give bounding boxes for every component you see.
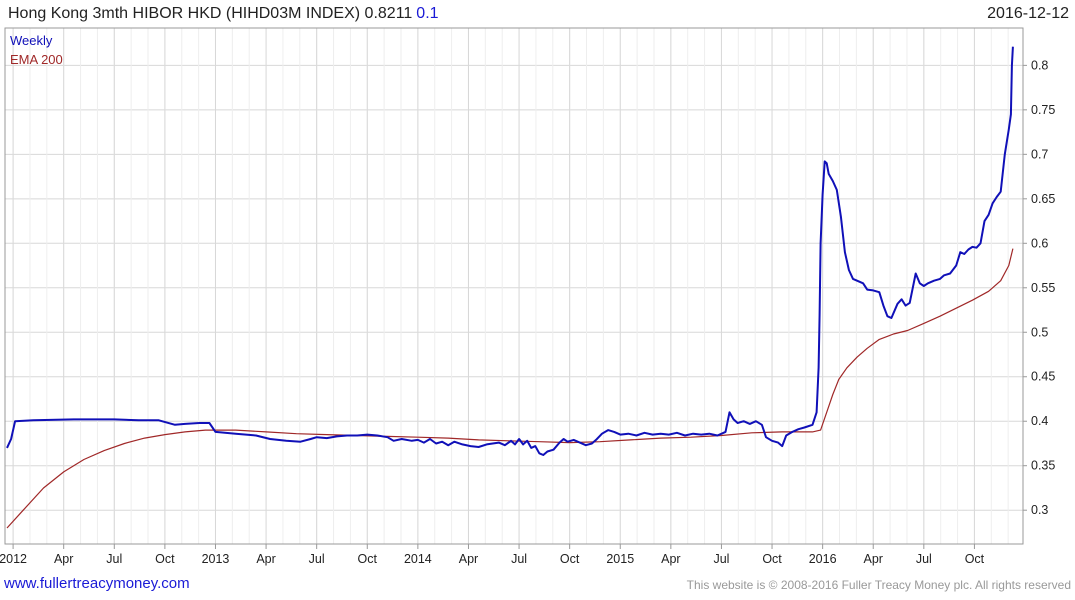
y-tick-label: 0.55 — [1031, 281, 1055, 295]
y-tick-label: 0.7 — [1031, 147, 1048, 161]
plot-frame — [4, 27, 1024, 545]
legend-entry: EMA 200 — [10, 52, 63, 67]
price-chart: 0.3 0.35 0.4 0.45 0.5 0.55 0.6 0.65 0.7 0.75 0.8 20… — [0, 27, 1055, 566]
x-tick-label: Jul — [713, 552, 729, 566]
y-tick-label: 0.65 — [1031, 192, 1055, 206]
ema-200-series-line — [6, 248, 1014, 529]
y-tick-label: 0.6 — [1031, 236, 1048, 250]
x-tick-label: Jul — [511, 552, 527, 566]
y-tick-label: 0.35 — [1031, 459, 1055, 473]
x-tick-label: Jul — [309, 552, 325, 566]
x-tick-label: Oct — [560, 552, 580, 566]
x-tick-label: Oct — [358, 552, 378, 566]
x-tick-label: Oct — [155, 552, 175, 566]
y-tick-label: 0.45 — [1031, 370, 1055, 384]
y-tick-label: 0.8 — [1031, 58, 1048, 72]
x-tick-label: Oct — [965, 552, 985, 566]
x-tick-label: Jul — [916, 552, 932, 566]
chart-page: Hong Kong 3mth HIBOR HKD (HIHD03M INDEX)… — [0, 0, 1075, 600]
weekly-series-line — [6, 46, 1014, 456]
x-tick-label: 2012 — [0, 552, 27, 566]
x-tick-label: Apr — [54, 552, 73, 566]
y-tick-label: 0.5 — [1031, 325, 1048, 339]
y-tick-label: 0.75 — [1031, 103, 1055, 117]
x-tick-label: Apr — [661, 552, 680, 566]
legend-entry: Weekly — [10, 33, 53, 48]
x-tick-label: Oct — [762, 552, 782, 566]
website-link[interactable]: www.fullertreacymoney.com — [4, 575, 190, 592]
x-tick-label: 2013 — [202, 552, 230, 566]
x-tick-label: 2014 — [404, 552, 432, 566]
x-tick-label: Apr — [256, 552, 275, 566]
x-tick-label: 2015 — [606, 552, 634, 566]
x-tick-label: Apr — [459, 552, 478, 566]
x-tick-label: 2016 — [809, 552, 837, 566]
x-tick-label: Apr — [864, 552, 883, 566]
x-tick-label: Jul — [106, 552, 122, 566]
y-tick-label: 0.3 — [1031, 503, 1048, 517]
copyright-notice: This website is © 2008-2016 Fuller Treac… — [686, 578, 1071, 592]
y-tick-label: 0.4 — [1031, 414, 1048, 428]
